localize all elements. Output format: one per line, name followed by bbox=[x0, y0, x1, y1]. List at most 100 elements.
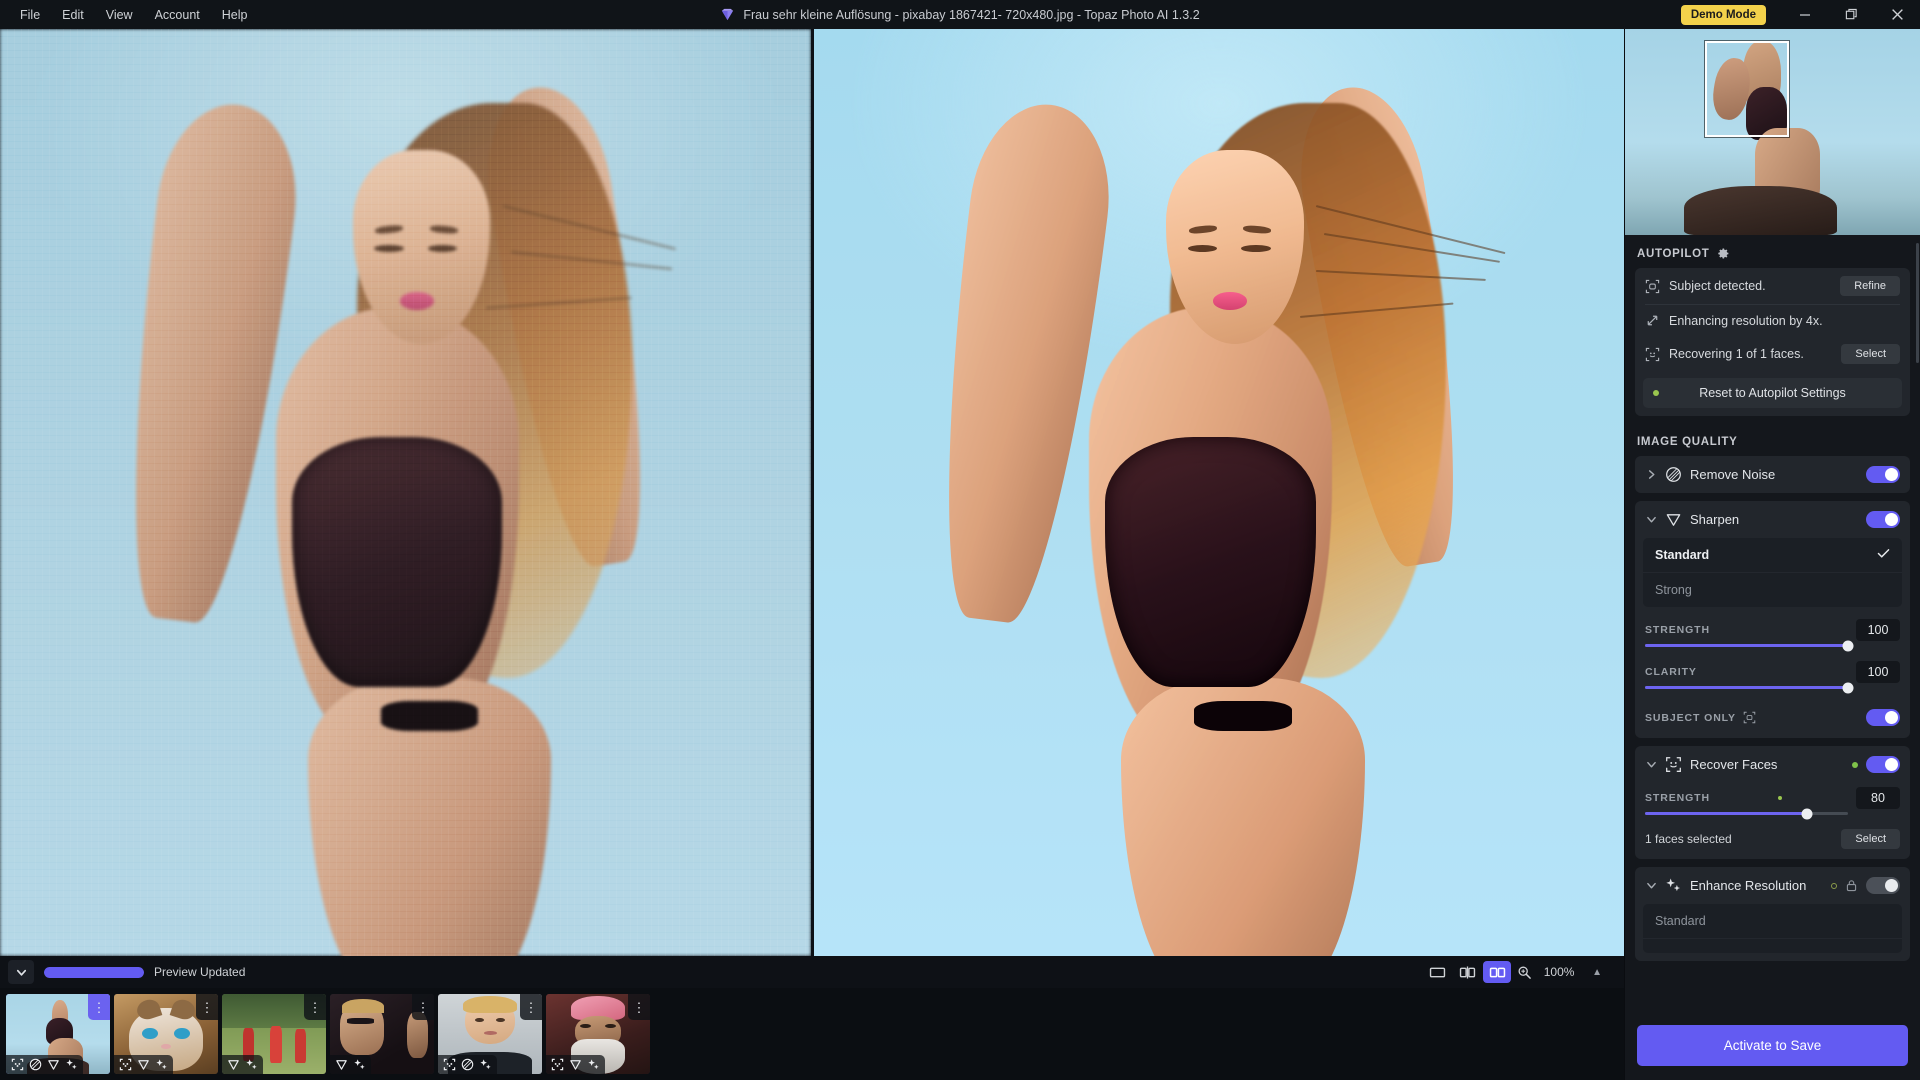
filter-enhance-resolution-header[interactable]: Enhance Resolution bbox=[1635, 867, 1910, 904]
subject-icon bbox=[443, 1058, 456, 1071]
zoom-level-label[interactable]: 100% bbox=[1542, 965, 1576, 979]
recover-faces-strength-slider-row bbox=[1645, 808, 1900, 819]
sharpen-strength-value[interactable]: 100 bbox=[1856, 619, 1900, 641]
subject-detect-icon bbox=[1743, 711, 1756, 724]
thumb-football[interactable]: ⋮ bbox=[222, 994, 326, 1074]
filter-recover-faces-header[interactable]: Recover Faces bbox=[1635, 746, 1910, 783]
single-pane-icon[interactable] bbox=[1423, 961, 1451, 983]
enhance-resolution-icon bbox=[353, 1058, 366, 1071]
thumbnail-menu-icon[interactable]: ⋮ bbox=[628, 994, 650, 1020]
face-detect-icon bbox=[1645, 347, 1660, 362]
demo-mode-badge[interactable]: Demo Mode bbox=[1680, 4, 1766, 25]
sharpen-icon bbox=[137, 1058, 150, 1071]
chevron-down-icon[interactable] bbox=[1645, 760, 1657, 769]
thumbnail-badges bbox=[330, 1055, 371, 1074]
subject-icon bbox=[11, 1058, 24, 1071]
sharpen-strength-slider[interactable] bbox=[1645, 640, 1854, 651]
sharpen-icon bbox=[569, 1058, 582, 1071]
image-viewer[interactable] bbox=[0, 29, 1624, 956]
filmstrip[interactable]: ⋮ ⋮ ⋮ ⋮ ⋮ ⋮ bbox=[0, 988, 1624, 1080]
preview-progress-fill bbox=[44, 966, 144, 978]
autopilot-label: AUTOPILOT bbox=[1637, 247, 1710, 260]
thumb-dj-woman[interactable]: ⋮ bbox=[330, 994, 434, 1074]
autopilot-select-button[interactable]: Select bbox=[1841, 344, 1900, 364]
reset-button-label: Reset to Autopilot Settings bbox=[1699, 386, 1846, 400]
filter-sharpen: Sharpen Standard Strong STRENGTH 100 CLA… bbox=[1635, 501, 1910, 738]
recover-faces-strength-label: STRENGTH bbox=[1645, 792, 1710, 804]
enhance-resolution-toggle[interactable] bbox=[1866, 877, 1900, 894]
enhance-resolution-status-dot bbox=[1831, 882, 1837, 889]
thumb-turban-man[interactable]: ⋮ bbox=[546, 994, 650, 1074]
filter-recover-faces: Recover Faces STRENGTH 80 1 faces select… bbox=[1635, 746, 1910, 859]
recover-faces-toggle[interactable] bbox=[1866, 756, 1900, 773]
side-by-side-icon[interactable] bbox=[1483, 961, 1512, 983]
thumbnail-menu-icon[interactable]: ⋮ bbox=[412, 994, 434, 1020]
filter-remove-noise-header[interactable]: Remove Noise bbox=[1635, 456, 1910, 493]
menu-edit[interactable]: Edit bbox=[52, 3, 94, 27]
faces-select-button[interactable]: Select bbox=[1841, 829, 1900, 849]
enhanced-image-pane[interactable] bbox=[813, 29, 1624, 956]
split-pane-icon[interactable] bbox=[1453, 961, 1481, 983]
sharpen-subject-only-row: SUBJECT ONLY bbox=[1635, 699, 1910, 738]
thumbnail-menu-icon[interactable]: ⋮ bbox=[520, 994, 542, 1020]
reset-status-dot bbox=[1653, 390, 1659, 396]
thumb-cat[interactable]: ⋮ bbox=[114, 994, 218, 1074]
caret-up-icon[interactable]: ▲ bbox=[1586, 967, 1608, 978]
title-bar: File Edit View Account Help Frau sehr kl… bbox=[0, 0, 1920, 29]
menu-account[interactable]: Account bbox=[145, 3, 210, 27]
thumbnail-menu-icon[interactable]: ⋮ bbox=[88, 994, 110, 1020]
chevron-down-icon[interactable] bbox=[1645, 515, 1657, 524]
thumbnail-menu-icon[interactable]: ⋮ bbox=[196, 994, 218, 1020]
sharpen-clarity-value[interactable]: 100 bbox=[1856, 661, 1900, 683]
remove-noise-icon bbox=[461, 1058, 474, 1071]
thumb-woman-beach[interactable]: ⋮ bbox=[6, 994, 110, 1074]
viewport-indicator[interactable] bbox=[1705, 41, 1789, 137]
thumbnail-menu-icon[interactable]: ⋮ bbox=[304, 994, 326, 1020]
sharpen-strength-label: STRENGTH bbox=[1645, 624, 1710, 636]
recover-faces-strength-slider[interactable] bbox=[1645, 808, 1848, 819]
chevron-down-icon[interactable] bbox=[8, 960, 34, 984]
reset-to-autopilot-button[interactable]: Reset to Autopilot Settings bbox=[1643, 378, 1902, 408]
enhance-resolution-icon bbox=[1665, 877, 1682, 894]
sharpen-toggle[interactable] bbox=[1866, 511, 1900, 528]
gear-icon[interactable] bbox=[1717, 247, 1730, 260]
viewer-column: Preview Updated 100% ▲ ⋮ ⋮ ⋮ ⋮ ⋮ ⋮ bbox=[0, 29, 1624, 1080]
sharpen-strength-slider-block: STRENGTH 100 bbox=[1635, 615, 1910, 657]
remove-noise-icon bbox=[1665, 466, 1682, 483]
remove-noise-toggle[interactable] bbox=[1866, 466, 1900, 483]
pixelation-overlay bbox=[0, 29, 811, 956]
original-image-pane[interactable] bbox=[0, 29, 814, 956]
remove-noise-icon bbox=[29, 1058, 42, 1071]
image-quality-section-title: IMAGE QUALITY bbox=[1635, 424, 1910, 456]
image-navigator[interactable] bbox=[1625, 29, 1920, 235]
close-icon[interactable] bbox=[1874, 0, 1920, 29]
autopilot-row-faces: Recovering 1 of 1 faces. Select bbox=[1635, 336, 1910, 372]
sharpen-option-strong-label: Strong bbox=[1655, 583, 1692, 597]
refine-button[interactable]: Refine bbox=[1840, 276, 1900, 296]
image-quality-label: IMAGE QUALITY bbox=[1637, 436, 1738, 448]
menu-file[interactable]: File bbox=[10, 3, 50, 27]
thumb-boy[interactable]: ⋮ bbox=[438, 994, 542, 1074]
maximize-icon[interactable] bbox=[1828, 0, 1874, 29]
sharpen-option-standard[interactable]: Standard bbox=[1643, 538, 1902, 573]
panel-scroll-area[interactable]: AUTOPILOT Subject detected. Refine Enhan… bbox=[1625, 235, 1920, 1015]
sharpen-option-strong[interactable]: Strong bbox=[1643, 573, 1902, 607]
filter-sharpen-label: Sharpen bbox=[1690, 512, 1740, 527]
minimize-icon[interactable] bbox=[1782, 0, 1828, 29]
lock-icon bbox=[1845, 879, 1858, 892]
activate-to-save-button[interactable]: Activate to Save bbox=[1637, 1025, 1908, 1066]
panel-scrollbar[interactable] bbox=[1916, 243, 1919, 363]
enhance-resolution-option-standard[interactable]: Standard bbox=[1643, 904, 1902, 939]
thumbnail-badges bbox=[222, 1055, 263, 1074]
chevron-down-icon[interactable] bbox=[1645, 881, 1657, 890]
sharpen-clarity-slider[interactable] bbox=[1645, 682, 1854, 693]
zoom-magnifier-icon[interactable] bbox=[1517, 965, 1532, 980]
right-panel: AUTOPILOT Subject detected. Refine Enhan… bbox=[1624, 29, 1920, 1080]
sharpen-clarity-slider-row bbox=[1645, 682, 1900, 693]
chevron-right-icon[interactable] bbox=[1645, 469, 1657, 480]
subject-only-toggle[interactable] bbox=[1866, 709, 1900, 726]
filter-sharpen-header[interactable]: Sharpen bbox=[1635, 501, 1910, 538]
menu-help[interactable]: Help bbox=[212, 3, 258, 27]
menu-view[interactable]: View bbox=[96, 3, 143, 27]
recover-faces-strength-value[interactable]: 80 bbox=[1855, 787, 1900, 809]
